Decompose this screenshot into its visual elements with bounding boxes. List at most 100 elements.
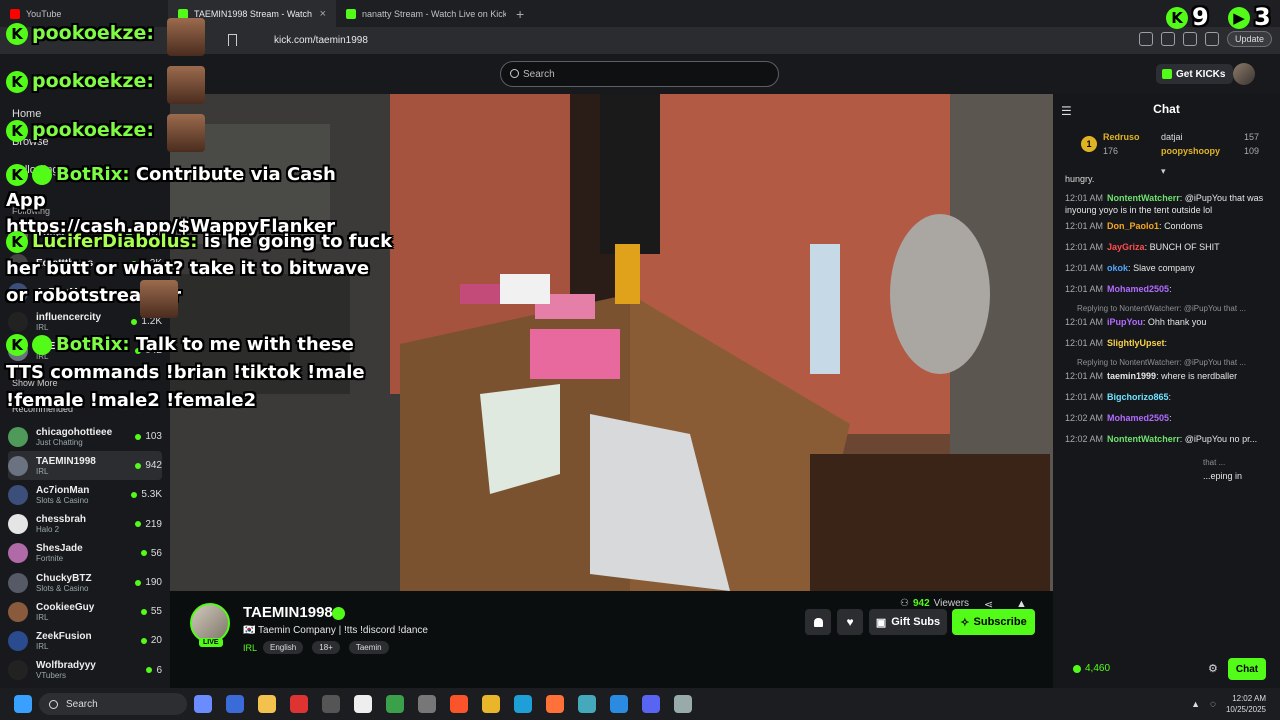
chat-message[interactable]: 12:02 AM NontentWatcherr: @iPupYou no pr.… <box>1065 433 1275 445</box>
chat-username[interactable]: Mohamed2505 <box>1107 413 1169 423</box>
settings-gear-icon[interactable]: ⚙ <box>1208 662 1218 675</box>
emote-face <box>167 114 205 152</box>
chat-username[interactable]: Mohamed2505 <box>1107 284 1169 294</box>
app-icon[interactable] <box>194 695 212 713</box>
chat-username[interactable]: Don_Paolo1 <box>1107 221 1159 231</box>
gift-subs-button[interactable]: ▣ Gift Subs <box>869 609 947 635</box>
app-icon[interactable] <box>418 695 436 713</box>
chat-username[interactable]: taemin1999 <box>1107 371 1156 381</box>
windows-start-icon[interactable] <box>14 695 32 713</box>
chat-message[interactable]: 12:01 AM okok: Slave company <box>1065 262 1275 274</box>
app-icon[interactable] <box>354 695 372 713</box>
timestamp: 12:01 AM <box>1065 263 1104 273</box>
app-icon[interactable] <box>674 695 692 713</box>
category-label: Slots & Casino <box>36 495 89 505</box>
taskbar-search[interactable]: Search <box>39 693 187 715</box>
chevron-up-icon[interactable]: ▲ <box>1191 699 1200 709</box>
sidebar-item-chuckybtz[interactable]: ChuckyBTZ Slots & Casino 190 <box>8 568 162 597</box>
category-label: IRL <box>36 641 49 651</box>
category-link[interactable]: IRL <box>243 643 257 653</box>
subscribe-button[interactable]: ✧ Subscribe <box>952 609 1035 635</box>
chat-username[interactable]: SlightlyUpset <box>1107 338 1165 348</box>
category-label: IRL <box>36 466 49 476</box>
reply-context[interactable]: that ... <box>1203 458 1225 467</box>
sidebar-item-wolfbradyyy[interactable]: Wolfbradyyy VTubers 6 <box>8 656 162 685</box>
chat-username[interactable]: iPupYou <box>1107 317 1143 327</box>
sidebar-item-cookieeguy[interactable]: CookieeGuy IRL 55 <box>8 597 162 626</box>
stream-info: LIVE TAEMIN1998 🇰🇷 Taemin Company | !tts… <box>170 591 1053 688</box>
wifi-icon[interactable]: ◌ <box>1210 699 1216 710</box>
channel-name: Ac7ionMan <box>36 484 90 496</box>
sidebar-item-chicagohottieee[interactable]: chicagohottieee Just Chatting 103 <box>8 422 162 451</box>
sidebar-item-chessbrah[interactable]: chessbrah Halo 2 219 <box>8 510 162 539</box>
report-icon[interactable]: ▲ <box>1016 598 1027 610</box>
overlay-line: K BotRix: Talk to me with these TTS comma… <box>6 334 365 411</box>
tag[interactable]: Taemin <box>348 641 389 654</box>
chat-message[interactable]: 12:01 AM SlightlyUpset: <box>1065 337 1275 349</box>
app-icon[interactable] <box>322 695 340 713</box>
app-icon[interactable] <box>290 695 308 713</box>
tag[interactable]: 18+ <box>312 641 340 654</box>
vscode-icon[interactable] <box>610 695 628 713</box>
sidebar-item-taemin1998[interactable]: TAEMIN1998 IRL 942 <box>8 451 162 481</box>
channel-name: TAEMIN1998 <box>36 455 96 467</box>
score-2: ▶ 3 <box>1228 3 1271 31</box>
avatar <box>8 484 28 505</box>
viewer-count: 5.3K <box>131 489 162 500</box>
chat-username[interactable]: NontentWatcherr <box>1107 193 1180 203</box>
clock[interactable]: 12:02 AM 10/25/2025 <box>1226 693 1266 715</box>
notification-bell-button[interactable] <box>805 609 831 635</box>
bell-icon <box>813 617 823 627</box>
chat-message[interactable]: 12:01 AM iPupYou: Ohh thank you <box>1065 316 1275 328</box>
chat-message[interactable]: 12:01 AM JayGriza: BUNCH OF SHIT <box>1065 241 1275 253</box>
message-text: BUNCH OF SHIT <box>1149 242 1220 252</box>
channel-avatar[interactable] <box>190 603 230 643</box>
viewer-count: 55 <box>141 606 162 617</box>
heart-icon: ♥ <box>846 615 854 629</box>
reply-context[interactable]: Replying to NontentWatcherr: @iPupYou th… <box>1077 304 1246 313</box>
kick-icon: K <box>6 70 28 93</box>
tag[interactable]: English <box>263 641 304 654</box>
sidebar-item-shesjade[interactable]: ShesJade Fortnite 56 <box>8 539 162 568</box>
reply-context[interactable]: Replying to NontentWatcherr: @iPupYou th… <box>1077 358 1246 367</box>
category-label: Halo 2 <box>36 525 60 535</box>
timestamp: 12:01 AM <box>1065 392 1104 402</box>
pinned-chevron-icon[interactable]: ▾ <box>1161 166 1166 177</box>
sidebar-item-zeekfusion[interactable]: ZeekFusion IRL 20 <box>8 626 162 655</box>
chat-message[interactable]: 12:01 AM Bigchorizo865: <box>1065 391 1275 403</box>
app-icon[interactable] <box>578 695 596 713</box>
chat-message[interactable]: 12:01 AM taemin1999: where is nerdballer <box>1065 370 1275 382</box>
chrome-icon[interactable] <box>482 695 500 713</box>
chat-username[interactable]: okok <box>1107 263 1128 273</box>
avatar <box>8 543 28 564</box>
overlay-line: Kpookoekze: <box>6 119 154 142</box>
category-label: VTubers <box>36 671 66 681</box>
chat-message[interactable]: 12:02 AM Mohamed2505: <box>1065 412 1275 424</box>
chat-message[interactable]: 12:01 AM Don_Paolo1: Condoms <box>1065 220 1275 232</box>
viewer-count: 20 <box>141 635 162 646</box>
timestamp: 12:01 AM <box>1065 193 1104 203</box>
folder-icon[interactable] <box>258 695 276 713</box>
share-icon[interactable]: ⋖ <box>984 598 993 611</box>
follow-button[interactable]: ♥ <box>837 609 863 635</box>
discord-icon[interactable] <box>642 695 660 713</box>
kick-icon: K <box>6 119 28 142</box>
avatar <box>8 660 28 681</box>
chat-send-button[interactable]: Chat <box>1228 658 1266 680</box>
app-icon[interactable] <box>386 695 404 713</box>
stream-title: 🇰🇷 Taemin Company | !tts !discord !dance <box>243 625 428 636</box>
chat-message[interactable]: 12:01 AM NontentWatcherr: @iPupYou that w… <box>1065 192 1275 216</box>
category-label: Fortnite <box>36 554 64 564</box>
brave-icon[interactable] <box>450 695 468 713</box>
app-icon[interactable] <box>226 695 244 713</box>
chat-username[interactable]: JayGriza <box>1107 242 1145 252</box>
chat-username[interactable]: NontentWatcherr <box>1107 434 1180 444</box>
chat-username[interactable]: Bigchorizo865 <box>1107 392 1169 402</box>
firefox-icon[interactable] <box>546 695 564 713</box>
channel-name[interactable]: TAEMIN1998 <box>243 604 333 621</box>
sidebar-item-ac7ionman[interactable]: Ac7ionMan Slots & Casino 5.3K <box>8 480 162 509</box>
chat-message[interactable]: 12:01 AM Mohamed2505: <box>1065 283 1275 295</box>
edge-icon[interactable] <box>514 695 532 713</box>
message-text: @iPupYou no pr... <box>1184 434 1258 444</box>
separator: : <box>1169 413 1172 423</box>
